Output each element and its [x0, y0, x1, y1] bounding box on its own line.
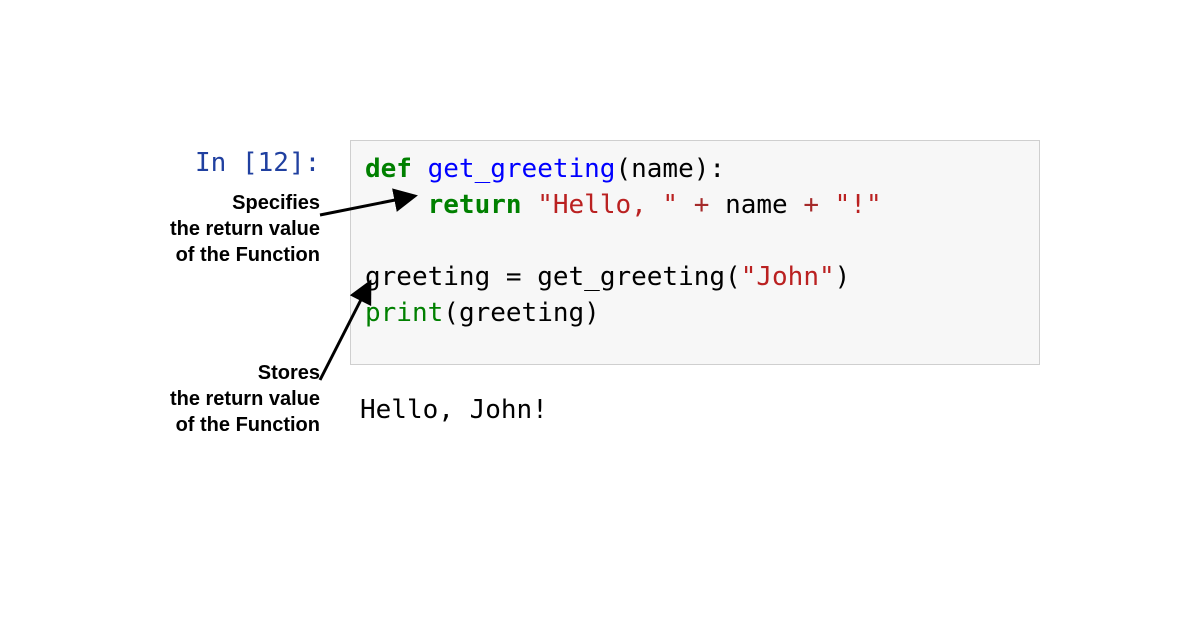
prompt-bracket-close: ]: — [289, 148, 320, 178]
token-indent — [365, 190, 428, 220]
token-param: name — [631, 154, 694, 184]
token-string: "!" — [835, 190, 882, 220]
token-print: print — [365, 298, 443, 328]
token-paren-close: ) — [835, 262, 851, 292]
token-space — [490, 262, 506, 292]
code-cell: def get_greeting(name): return "Hello, "… — [350, 140, 1040, 365]
token-space — [709, 190, 725, 220]
token-name: name — [725, 190, 788, 220]
prompt-in: In — [195, 148, 242, 178]
token-paren-open: ( — [725, 262, 741, 292]
code-line-5: print(greeting) — [365, 295, 1025, 331]
token-string-arg: "John" — [741, 262, 835, 292]
token-space — [819, 190, 835, 220]
token-space — [522, 262, 538, 292]
token-call: get_greeting — [537, 262, 725, 292]
token-plus: + — [694, 190, 710, 220]
token-arg: greeting — [459, 298, 584, 328]
token-paren-close: ) — [584, 298, 600, 328]
annotation-specifies: Specifiesthe return valueof the Function — [120, 190, 320, 268]
prompt-number: 12 — [258, 148, 289, 178]
code-line-2: return "Hello, " + name + "!" — [365, 187, 1025, 223]
token-colon: : — [709, 154, 725, 184]
cell-output: Hello, John! — [360, 395, 548, 425]
token-paren-open: ( — [443, 298, 459, 328]
token-space — [678, 190, 694, 220]
token-def: def — [365, 154, 412, 184]
input-prompt: In [12]: — [195, 148, 320, 178]
token-paren-close: ) — [694, 154, 710, 184]
token-funcname: get_greeting — [428, 154, 616, 184]
token-return: return — [428, 190, 522, 220]
token-plus: + — [803, 190, 819, 220]
token-space — [412, 154, 428, 184]
token-space — [522, 190, 538, 220]
token-string: "Hello, " — [537, 190, 678, 220]
token-var: greeting — [365, 262, 490, 292]
token-equals: = — [506, 262, 522, 292]
code-line-4: greeting = get_greeting("John") — [365, 259, 1025, 295]
code-line-blank — [365, 223, 1025, 259]
prompt-bracket-open: [ — [242, 148, 258, 178]
token-space — [788, 190, 804, 220]
annotation-stores: Storesthe return valueof the Function — [120, 360, 320, 438]
token-paren-open: ( — [615, 154, 631, 184]
diagram-stage: In [12]: def get_greeting(name): return … — [0, 0, 1200, 630]
code-line-1: def get_greeting(name): — [365, 151, 1025, 187]
